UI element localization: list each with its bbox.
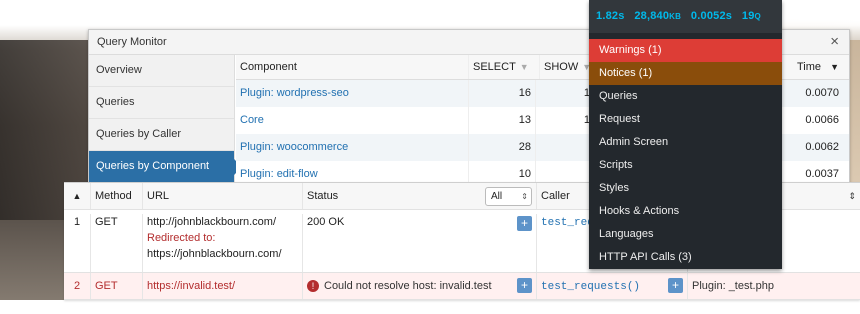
request-url: http://johnblackbourn.com/: [147, 216, 277, 228]
qm-menu: Warnings (1) Notices (1) Queries Request…: [589, 33, 782, 269]
expand-plus-icon[interactable]: +: [517, 216, 532, 231]
chevron-updown-icon[interactable]: ⇕: [848, 183, 856, 209]
header-method[interactable]: Method: [91, 183, 143, 209]
select-cell: 13: [468, 107, 535, 134]
status-text: Could not resolve host: invalid.test: [324, 280, 492, 292]
panel-title: Query Monitor: [97, 36, 167, 48]
nav-item-queries-by-component[interactable]: Queries by Component: [89, 151, 242, 183]
expand-plus-icon[interactable]: +: [668, 278, 683, 293]
menu-item-scripts[interactable]: Scripts: [589, 154, 782, 177]
status-cell: ! Could not resolve host: invalid.test +: [303, 273, 537, 299]
component-cell[interactable]: Core: [236, 107, 468, 134]
url-cell: https://invalid.test/: [143, 273, 303, 299]
caller-link[interactable]: test_requests(): [541, 281, 640, 293]
select-cell: 28: [468, 134, 535, 161]
row-number: 2: [64, 273, 91, 299]
select-cell: 16: [468, 80, 535, 107]
show-cell: 1: [535, 107, 594, 134]
nav-item-overview[interactable]: Overview: [89, 55, 234, 87]
row-number: 1: [64, 214, 91, 272]
menu-item-notices[interactable]: Notices (1): [589, 62, 782, 85]
menu-item-styles[interactable]: Styles: [589, 177, 782, 200]
menu-item-request[interactable]: Request: [589, 108, 782, 131]
table-row-error: 2 GET https://invalid.test/ ! Could not r…: [64, 273, 860, 300]
page-time: 1.82s: [596, 10, 625, 22]
caller-cell: test_requests() +: [537, 273, 688, 299]
menu-item-queries[interactable]: Queries: [589, 85, 782, 108]
error-icon: !: [307, 280, 319, 293]
status-cell: 200 OK +: [303, 214, 537, 272]
menu-item-admin-screen[interactable]: Admin Screen: [589, 131, 782, 154]
header-status: Status All ⇕: [303, 183, 537, 209]
nav-item-queries-by-caller[interactable]: Queries by Caller: [89, 119, 234, 151]
query-count: 19Q: [741, 10, 761, 22]
menu-item-languages[interactable]: Languages: [589, 223, 782, 246]
header-component[interactable]: Component: [236, 55, 468, 79]
chevron-updown-icon: ⇕: [521, 192, 528, 201]
sort-caret-icon: ▼: [519, 62, 529, 72]
status-filter-select[interactable]: All ⇕: [485, 187, 532, 206]
component-cell[interactable]: Plugin: woocommerce: [236, 134, 468, 161]
method-cell: GET: [91, 214, 143, 272]
caller-link[interactable]: test_req: [541, 217, 594, 229]
component-cell[interactable]: Plugin: wordpress-seo: [236, 80, 468, 107]
show-cell: [535, 134, 594, 161]
menu-item-warnings[interactable]: Warnings (1): [589, 39, 782, 62]
header-url[interactable]: URL: [143, 183, 303, 209]
panel-nav: Overview Queries Queries by Caller Queri…: [89, 55, 242, 190]
status-text: 200 OK: [307, 216, 345, 228]
sort-caret-icon: ▼: [830, 62, 839, 72]
menu-item-http-api-calls[interactable]: HTTP API Calls (3): [589, 246, 782, 269]
qm-stats-bar[interactable]: 1.82s 28,840KB 0.0052s 19Q: [589, 0, 782, 33]
memory-usage: 28,840KB: [634, 10, 682, 22]
show-cell: 1: [535, 80, 594, 107]
nav-item-queries[interactable]: Queries: [89, 87, 234, 119]
menu-item-hooks-actions[interactable]: Hooks & Actions: [589, 200, 782, 223]
redirect-label: Redirected to:: [147, 232, 216, 244]
background-strip: [0, 300, 860, 314]
sort-up-icon[interactable]: ▲: [64, 183, 91, 209]
redirect-url: https://johnblackbourn.com/: [147, 248, 282, 260]
method-cell: GET: [91, 273, 143, 299]
db-time: 0.0052s: [690, 10, 733, 22]
header-select[interactable]: SELECT ▼: [468, 55, 539, 79]
expand-plus-icon[interactable]: +: [517, 278, 532, 293]
component-cell: Plugin: _test.php: [692, 280, 774, 292]
url-cell: http://johnblackbourn.com/ Redirected to…: [143, 214, 303, 272]
close-icon[interactable]: ×: [830, 30, 839, 54]
qm-admin-dropdown: 1.82s 28,840KB 0.0052s 19Q Warnings (1) …: [589, 0, 782, 269]
